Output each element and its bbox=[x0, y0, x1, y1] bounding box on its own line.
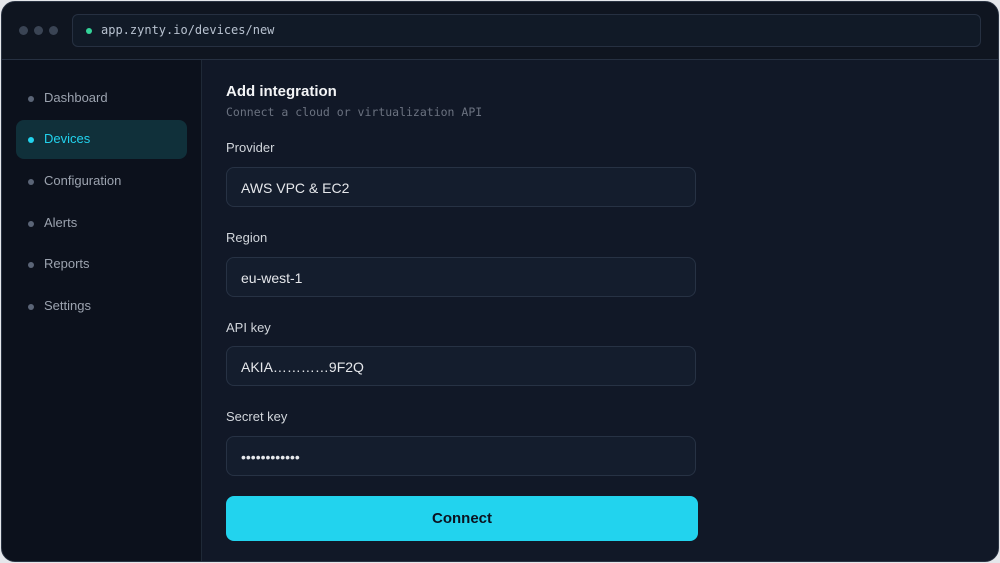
sidebar-item-label: Dashboard bbox=[44, 90, 108, 105]
sidebar: Dashboard Devices Configuration Alerts R… bbox=[2, 60, 202, 561]
api-key-label: API key bbox=[226, 320, 271, 335]
sidebar-item-reports[interactable]: Reports bbox=[16, 245, 187, 284]
window-control-dot[interactable] bbox=[34, 26, 43, 35]
window-control-dot[interactable] bbox=[49, 26, 58, 35]
region-label: Region bbox=[226, 230, 268, 245]
secure-indicator-icon bbox=[86, 28, 92, 34]
sidebar-item-devices[interactable]: Devices bbox=[16, 120, 187, 159]
sidebar-item-label: Settings bbox=[44, 298, 91, 313]
window-control-dot[interactable] bbox=[19, 26, 28, 35]
connect-button[interactable]: Connect bbox=[226, 496, 698, 541]
address-bar[interactable]: app.zynty.io/devices/new bbox=[72, 14, 981, 47]
sidebar-item-label: Devices bbox=[44, 131, 91, 146]
provider-select[interactable]: AWS VPC & EC2 bbox=[226, 167, 696, 207]
api-key-field[interactable]: AKIA…………9F2Q bbox=[226, 346, 696, 386]
provider-value: AWS VPC & EC2 bbox=[241, 180, 350, 196]
page-subtitle: Connect a cloud or virtualization API bbox=[226, 105, 483, 119]
sidebar-item-label: Reports bbox=[44, 256, 90, 271]
sidebar-item-settings[interactable]: Settings bbox=[16, 287, 187, 326]
app-window: app.zynty.io/devices/new Dashboard Devic… bbox=[1, 1, 999, 562]
api-key-value: AKIA…………9F2Q bbox=[241, 359, 364, 375]
secret-key-label: Secret key bbox=[226, 409, 288, 424]
sidebar-item-label: Configuration bbox=[44, 173, 122, 188]
bullet-icon bbox=[28, 304, 34, 310]
bullet-icon bbox=[28, 221, 34, 227]
bullet-icon bbox=[28, 262, 34, 268]
connect-button-label: Connect bbox=[432, 510, 492, 527]
sidebar-item-alerts[interactable]: Alerts bbox=[16, 204, 187, 243]
bullet-icon bbox=[28, 96, 34, 102]
secret-key-field[interactable]: •••••••••••• bbox=[226, 436, 696, 476]
sidebar-item-dashboard[interactable]: Dashboard bbox=[16, 79, 187, 118]
page-title: Add integration bbox=[226, 83, 337, 100]
browser-titlebar: app.zynty.io/devices/new bbox=[2, 2, 998, 60]
secret-key-value: •••••••••••• bbox=[241, 449, 300, 465]
bullet-icon bbox=[28, 137, 34, 143]
sidebar-item-configuration[interactable]: Configuration bbox=[16, 162, 187, 201]
region-field[interactable]: eu-west-1 bbox=[226, 257, 696, 297]
address-url: app.zynty.io/devices/new bbox=[101, 23, 275, 37]
provider-label: Provider bbox=[226, 140, 275, 155]
sidebar-item-label: Alerts bbox=[44, 215, 78, 230]
bullet-icon bbox=[28, 179, 34, 185]
main-content: Add integration Connect a cloud or virtu… bbox=[202, 60, 998, 561]
region-value: eu-west-1 bbox=[241, 270, 303, 286]
